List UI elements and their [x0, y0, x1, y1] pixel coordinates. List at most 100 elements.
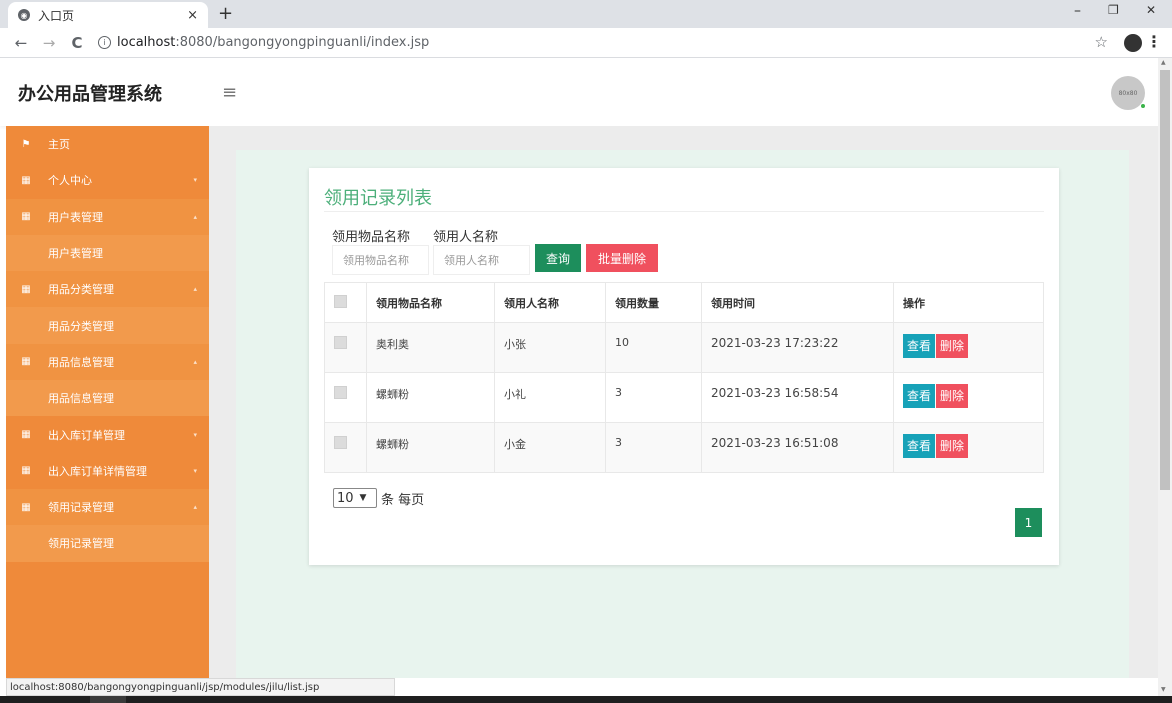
- column-header: 操作: [893, 282, 1044, 323]
- scroll-down-icon[interactable]: ▼: [1161, 686, 1166, 693]
- sidebar-item-supply-info[interactable]: ▦ 用品信息管理 ▴: [6, 343, 209, 381]
- sidebar-item-label: 主页: [48, 138, 70, 152]
- page-size-select[interactable]: 10 ▼: [333, 488, 377, 508]
- row-checkbox[interactable]: [334, 336, 347, 349]
- table-row: 螺蛳粉 小金 3 2021-03-23 16:51:08 查看 删除: [324, 422, 1044, 473]
- column-header: 领用数量: [605, 282, 702, 323]
- row-select-cell[interactable]: [324, 422, 367, 473]
- cell-actions: 查看 删除: [893, 322, 1044, 373]
- scroll-up-icon[interactable]: ▲: [1161, 59, 1166, 66]
- sidebar-item-user-table[interactable]: ▦ 用户表管理 ▴: [6, 198, 209, 235]
- pagination-page-button[interactable]: 1: [1015, 508, 1042, 537]
- info-icon: i: [98, 36, 111, 49]
- delete-button[interactable]: 删除: [936, 334, 969, 358]
- address-bar: ← → C i localhost :8080/bangongyongpingu…: [0, 28, 1172, 58]
- sidebar-item-label: 出入库订单管理: [48, 428, 125, 442]
- page-title: 领用记录列表: [324, 188, 432, 209]
- bookmark-star-icon[interactable]: ☆: [1095, 33, 1108, 51]
- scrollbar-thumb[interactable]: [1160, 70, 1170, 490]
- avatar-text: 80x80: [1118, 89, 1138, 97]
- column-header: 领用时间: [701, 282, 894, 323]
- sidebar-subitem-supply-info[interactable]: 用品信息管理: [6, 380, 209, 417]
- cell-qty: 10: [605, 322, 702, 373]
- batch-delete-button[interactable]: 批量删除: [586, 244, 658, 272]
- search-button[interactable]: 查询: [535, 244, 581, 272]
- view-button[interactable]: 查看: [903, 334, 936, 358]
- sidebar-item-label: 用户表管理: [48, 247, 103, 261]
- view-button[interactable]: 查看: [903, 384, 936, 408]
- minimize-icon[interactable]: –: [1074, 3, 1081, 19]
- sidebar-subitem-usage-records[interactable]: 领用记录管理: [6, 525, 209, 562]
- grid-icon: ▦: [21, 465, 31, 477]
- person-name-label: 领用人名称: [433, 230, 499, 245]
- cell-person: 小金: [494, 422, 606, 473]
- page-size-control: 10 ▼ 条 每页: [333, 488, 424, 508]
- sidebar-subitem-user-table[interactable]: 用户表管理: [6, 234, 209, 272]
- sidebar-item-personal-center[interactable]: ▦ 个人中心 ▾: [6, 162, 209, 198]
- column-header: 领用人名称: [494, 282, 606, 323]
- new-tab-icon[interactable]: +: [218, 3, 233, 24]
- sidebar: ⚑ 主页 ▦ 个人中心 ▾ ▦ 用户表管理 ▴ 用户表管理 ▦ 用品分类管理 ▴…: [6, 126, 209, 678]
- grid-icon: ▦: [21, 211, 31, 223]
- taskbar-item[interactable]: [90, 696, 126, 703]
- window-close-icon[interactable]: ✕: [1146, 3, 1156, 17]
- hamburger-menu-icon[interactable]: ≡: [222, 82, 237, 103]
- url-host: localhost: [117, 35, 176, 50]
- select-all-checkbox[interactable]: [334, 294, 347, 308]
- page-size-suffix: 条 每页: [381, 492, 425, 508]
- cell-qty: 3: [605, 372, 702, 423]
- url-field[interactable]: i localhost :8080/bangongyongpinguanli/i…: [98, 35, 429, 50]
- sidebar-item-label: 领用记录管理: [48, 537, 114, 551]
- sidebar-item-stock-orders[interactable]: ▦ 出入库订单管理 ▾: [6, 416, 209, 452]
- sidebar-item-stock-order-details[interactable]: ▦ 出入库订单详情管理 ▾: [6, 453, 209, 489]
- person-name-input[interactable]: [433, 245, 530, 275]
- sidebar-item-home[interactable]: ⚑ 主页: [6, 126, 209, 162]
- grid-icon: ▦: [21, 501, 31, 513]
- cell-time: 2021-03-23 16:58:54: [701, 372, 894, 423]
- page-size-value: 10: [337, 490, 354, 506]
- cell-actions: 查看 删除: [893, 372, 1044, 423]
- cell-item: 奥利奥: [366, 322, 495, 373]
- item-name-input[interactable]: [332, 245, 429, 275]
- tab-close-icon[interactable]: ×: [187, 8, 198, 23]
- title-divider: [324, 211, 1044, 212]
- sidebar-item-label: 用品信息管理: [48, 392, 114, 406]
- records-card: 领用记录列表 领用物品名称 领用人名称 查询 批量删除 领用物品名称 领用人名称…: [309, 168, 1059, 565]
- sidebar-item-usage-records[interactable]: ▦ 领用记录管理 ▴: [6, 488, 209, 526]
- sidebar-subitem-category[interactable]: 用品分类管理: [6, 307, 209, 344]
- delete-button[interactable]: 删除: [936, 384, 969, 408]
- url-path: :8080/bangongyongpinguanli/index.jsp: [175, 35, 430, 50]
- cell-item: 螺蛳粉: [366, 372, 495, 423]
- select-all-cell[interactable]: [324, 282, 367, 323]
- sidebar-item-label: 领用记录管理: [48, 501, 114, 515]
- os-taskbar: [0, 696, 1172, 703]
- delete-button[interactable]: 删除: [936, 434, 969, 458]
- cell-person: 小张: [494, 322, 606, 373]
- sidebar-item-category[interactable]: ▦ 用品分类管理 ▴: [6, 271, 209, 308]
- avatar[interactable]: 80x80: [1111, 76, 1146, 110]
- status-bar-url: localhost:8080/bangongyongpinguanli/jsp/…: [6, 678, 395, 696]
- cell-item: 螺蛳粉: [366, 422, 495, 473]
- grid-icon: ▦: [21, 356, 31, 368]
- item-name-label: 领用物品名称: [332, 230, 411, 245]
- back-icon[interactable]: ←: [14, 34, 28, 52]
- browser-tab[interactable]: ◉ 入口页 ×: [8, 2, 208, 28]
- table-header-row: 领用物品名称 领用人名称 领用数量 领用时间 操作: [324, 282, 1044, 323]
- restore-icon[interactable]: ❐: [1108, 3, 1119, 17]
- browser-menu-icon[interactable]: ⋮: [1146, 32, 1162, 51]
- profile-icon[interactable]: [1124, 34, 1142, 52]
- chevron-up-icon: ▴: [193, 212, 197, 221]
- sidebar-item-label: 用品信息管理: [48, 355, 114, 369]
- forward-icon[interactable]: →: [42, 34, 56, 52]
- row-checkbox[interactable]: [334, 436, 347, 449]
- browser-tab-strip: ◉ 入口页 × + – ❐ ✕: [0, 0, 1172, 28]
- row-select-cell[interactable]: [324, 372, 367, 423]
- row-checkbox[interactable]: [334, 386, 347, 399]
- sidebar-item-label: 用品分类管理: [48, 283, 114, 297]
- grid-icon: ▦: [21, 283, 31, 295]
- view-button[interactable]: 查看: [903, 434, 936, 458]
- row-select-cell[interactable]: [324, 322, 367, 373]
- records-table: 领用物品名称 领用人名称 领用数量 领用时间 操作 奥利奥 小张 10 2021…: [324, 282, 1044, 473]
- reload-icon[interactable]: C: [70, 34, 84, 52]
- cell-qty: 3: [605, 422, 702, 473]
